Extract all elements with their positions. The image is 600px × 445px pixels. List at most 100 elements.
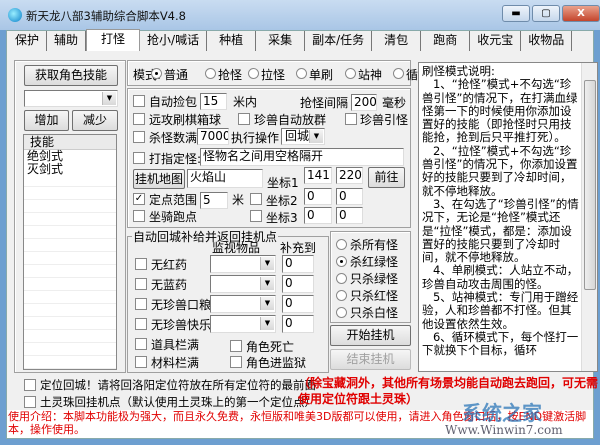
supply-checkbox[interactable] bbox=[135, 318, 147, 330]
target-radio[interactable] bbox=[336, 256, 347, 267]
supply-checkbox[interactable] bbox=[135, 278, 147, 290]
bag-full-checkbox[interactable] bbox=[135, 338, 147, 350]
mode-radio[interactable] bbox=[205, 68, 216, 79]
target-option-label: 只杀绿怪 bbox=[350, 272, 399, 286]
target-radio[interactable] bbox=[336, 273, 347, 284]
coord3-checkbox[interactable] bbox=[250, 210, 262, 222]
kill-full-input[interactable]: 7000 bbox=[197, 128, 229, 145]
tab-clear-bag[interactable]: 清包 bbox=[372, 31, 422, 51]
mode-radio[interactable] bbox=[393, 68, 404, 79]
fixed-range-label: 定点范围 bbox=[149, 193, 198, 207]
tab-items[interactable]: 收物品 bbox=[521, 31, 573, 51]
remove-skill-button[interactable]: 减少 bbox=[72, 110, 118, 131]
coord2-y-input[interactable]: 0 bbox=[336, 188, 363, 205]
monitor-item-select[interactable]: ▼ bbox=[210, 315, 276, 333]
target-option-label: 只杀红怪 bbox=[350, 289, 399, 303]
pet-auto-group-checkbox[interactable] bbox=[238, 113, 250, 125]
list-item[interactable]: 灭剑式 bbox=[24, 163, 116, 176]
supply-checkbox[interactable] bbox=[135, 298, 147, 310]
coord2-checkbox[interactable] bbox=[250, 193, 262, 205]
action-value: 回城 bbox=[285, 129, 310, 143]
grab-interval-input[interactable]: 200 bbox=[351, 94, 377, 111]
monitor-item-select[interactable]: ▼ bbox=[210, 295, 276, 313]
help-text: 刷怪模式说明: 1、“抢怪”模式+不勾选“珍兽引怪”的情况下，在打满血绿怪第一下… bbox=[422, 65, 579, 358]
start-button[interactable]: 开始挂机 bbox=[330, 325, 411, 346]
fixed-range-checkbox[interactable]: ✓ bbox=[133, 193, 145, 205]
go-button[interactable]: 前往 bbox=[368, 167, 405, 188]
tab-fight[interactable]: 打怪 bbox=[86, 29, 141, 51]
scrollbar[interactable] bbox=[581, 63, 597, 371]
help-textarea[interactable]: 刷怪模式说明: 1、“抢怪”模式+不勾选“珍兽引怪”的情况下，在打满血绿怪第一下… bbox=[418, 62, 598, 372]
mode-radio[interactable] bbox=[151, 68, 162, 79]
skill-list[interactable]: 技能 绝剑式 灭剑式 bbox=[23, 134, 117, 370]
pet-lure-label: 珍兽引怪 bbox=[360, 113, 409, 127]
list-header: 技能 bbox=[24, 135, 116, 150]
supply-checkbox[interactable] bbox=[135, 258, 147, 270]
kill-full-checkbox[interactable] bbox=[133, 131, 145, 143]
chevron-down-icon: ▼ bbox=[260, 317, 274, 330]
tab-dungeon[interactable]: 副本/任务 bbox=[305, 31, 373, 51]
tab-trade[interactable]: 跑商 bbox=[421, 31, 471, 51]
coord1-y-input[interactable]: 220 bbox=[336, 167, 363, 184]
pet-auto-group-label: 珍兽自动放群 bbox=[254, 113, 327, 127]
mat-full-checkbox[interactable] bbox=[135, 356, 147, 368]
map-button[interactable]: 挂机地图 bbox=[133, 169, 185, 189]
tab-protect[interactable]: 保护 bbox=[8, 31, 48, 51]
scrollbar-thumb[interactable] bbox=[584, 80, 596, 290]
exec-action-label: 执行操作 bbox=[231, 131, 280, 145]
tab-plant[interactable]: 种植 bbox=[207, 31, 257, 51]
fixed-range-unit: 米 bbox=[232, 193, 245, 207]
tab-yuanbao[interactable]: 收元宝 bbox=[470, 31, 522, 51]
coord3-y-input[interactable]: 0 bbox=[336, 207, 363, 224]
tab-assist[interactable]: 辅助 bbox=[47, 31, 87, 51]
coord3-x-input[interactable]: 0 bbox=[304, 207, 332, 224]
fixed-range-input[interactable]: 5 bbox=[200, 192, 228, 209]
add-skill-button[interactable]: 增加 bbox=[24, 110, 69, 131]
coord2-x-input[interactable]: 0 bbox=[304, 188, 332, 205]
coord1-x-input[interactable]: 141 bbox=[304, 167, 332, 184]
target-radio[interactable] bbox=[336, 307, 347, 318]
mode-radio[interactable] bbox=[345, 68, 356, 79]
skill-combo[interactable]: ▼ bbox=[24, 90, 118, 107]
ranged-chess-checkbox[interactable] bbox=[133, 113, 145, 125]
refill-input[interactable]: 0 bbox=[282, 295, 314, 313]
tab-grab-shout[interactable]: 抢小/喊话 bbox=[140, 31, 208, 51]
earth-bead-checkbox[interactable] bbox=[24, 396, 36, 408]
coord2-label: 坐标2 bbox=[266, 194, 298, 208]
mode-radio[interactable] bbox=[248, 68, 259, 79]
tab-gather[interactable]: 采集 bbox=[256, 31, 306, 51]
char-dead-checkbox[interactable] bbox=[230, 340, 242, 352]
chevron-down-icon: ▼ bbox=[260, 277, 274, 290]
mount-run-checkbox[interactable] bbox=[133, 210, 145, 222]
char-jail-checkbox[interactable] bbox=[230, 356, 242, 368]
monitor-item-select[interactable]: ▼ bbox=[210, 255, 276, 273]
pet-lure-checkbox[interactable] bbox=[345, 113, 357, 125]
target-option-label: 杀红绿怪 bbox=[350, 255, 399, 269]
mount-run-label: 坐骑跑点 bbox=[149, 210, 198, 224]
minimize-button[interactable]: ▬ bbox=[502, 5, 530, 22]
mode-option-label: 站神 bbox=[358, 68, 383, 82]
target-radio[interactable] bbox=[336, 239, 347, 250]
target-monster-label: 打指定怪: bbox=[149, 152, 202, 166]
auto-pick-checkbox[interactable] bbox=[133, 95, 145, 107]
refill-input[interactable]: 0 bbox=[282, 315, 314, 333]
char-dead-label: 角色死亡 bbox=[246, 340, 295, 354]
locate-return-checkbox[interactable] bbox=[24, 379, 36, 391]
get-skills-button[interactable]: 获取角色技能 bbox=[24, 65, 118, 86]
stop-button: 结束挂机 bbox=[330, 349, 411, 370]
refill-input[interactable]: 0 bbox=[282, 255, 314, 273]
mode-radio[interactable] bbox=[296, 68, 307, 79]
auto-pick-input[interactable]: 15 bbox=[200, 93, 227, 110]
action-select[interactable]: 回城 ▼ bbox=[281, 128, 325, 145]
target-monster-checkbox[interactable] bbox=[133, 152, 145, 164]
monitor-item-select[interactable]: ▼ bbox=[210, 275, 276, 293]
maximize-button[interactable]: ▢ bbox=[532, 5, 560, 22]
grab-interval-unit: 毫秒 bbox=[382, 96, 407, 110]
refill-input[interactable]: 0 bbox=[282, 275, 314, 293]
map-input[interactable]: 火焰山 bbox=[187, 169, 263, 188]
target-monster-input[interactable]: 怪物名之间用空格隔开 bbox=[200, 148, 404, 166]
close-button[interactable]: X bbox=[562, 5, 600, 22]
auto-pick-unit: 米内 bbox=[233, 95, 258, 109]
target-radio[interactable] bbox=[336, 290, 347, 301]
supply-label: 无红药 bbox=[151, 258, 188, 272]
